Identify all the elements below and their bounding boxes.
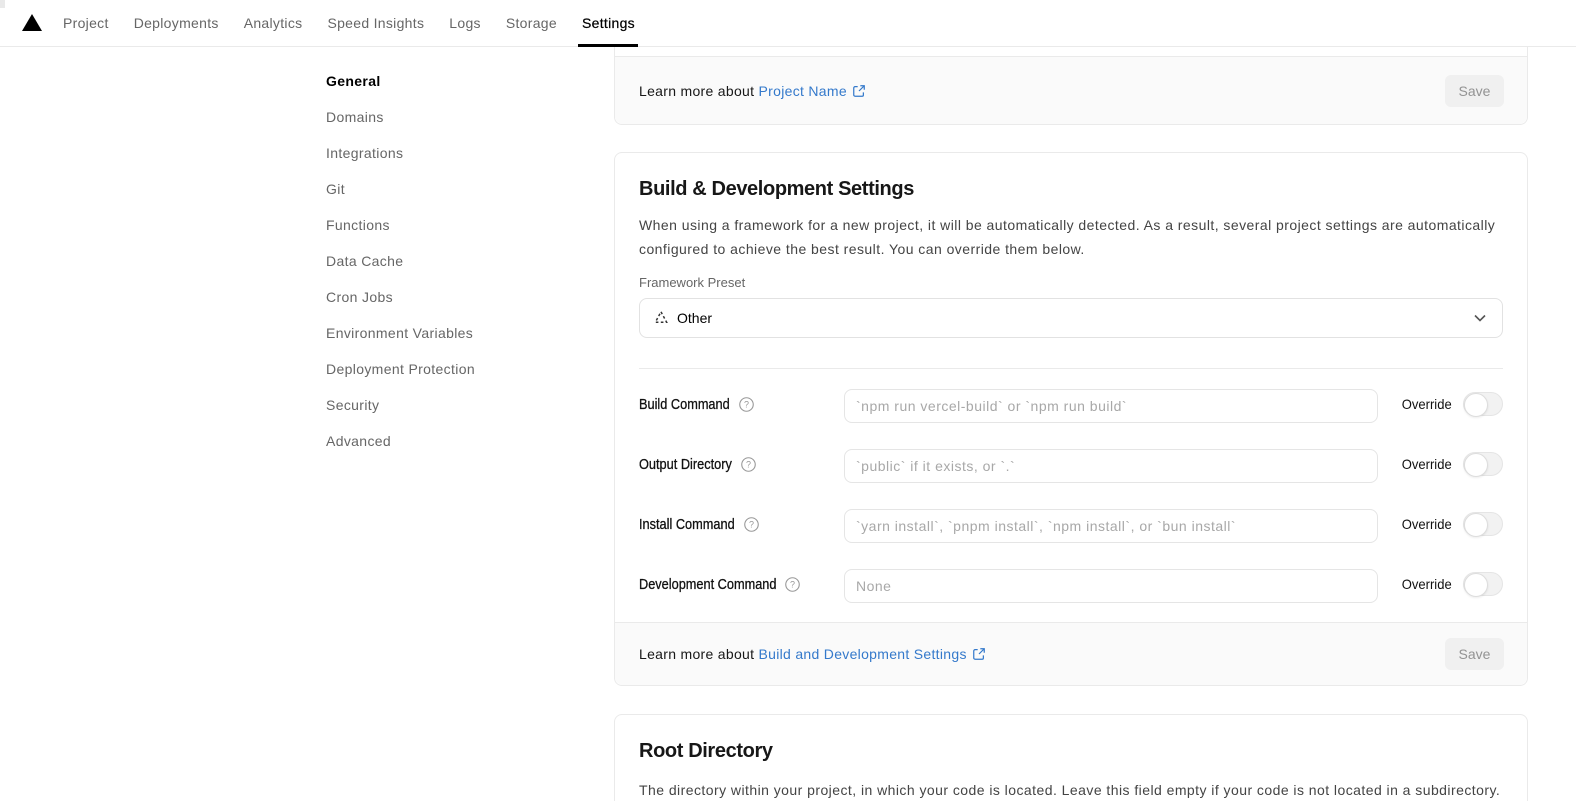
svg-text:?: ? <box>744 399 749 409</box>
svg-text:?: ? <box>749 519 754 529</box>
svg-text:?: ? <box>790 579 795 589</box>
svg-text:?: ? <box>746 459 751 469</box>
